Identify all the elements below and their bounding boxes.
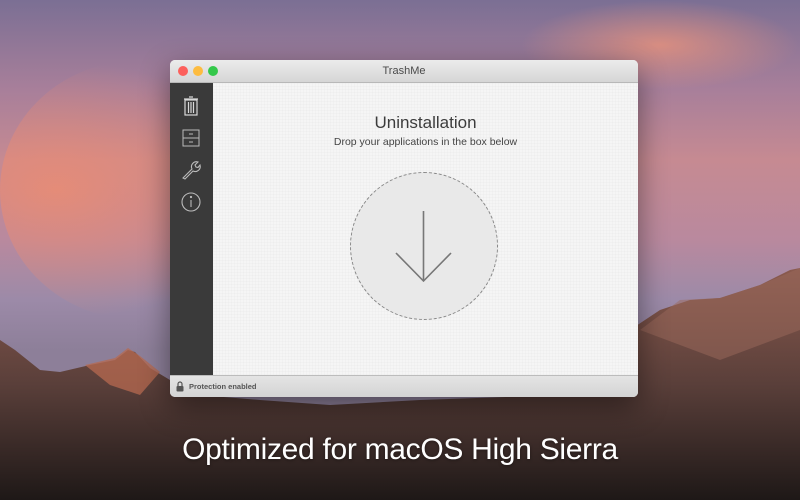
page-title: Uninstallation [374,113,477,132]
zoom-button[interactable] [208,66,218,76]
sidebar [170,83,213,375]
arrow-down-icon [395,211,452,283]
close-button[interactable] [178,66,188,76]
page-subtitle: Drop your applications in the box below [333,136,518,148]
status-bar: Protection enabled [170,375,638,397]
drop-zone[interactable] [350,172,498,320]
status-text: Protection enabled [189,382,257,391]
wrench-icon[interactable] [180,159,202,181]
lock-icon [176,381,184,392]
title-bar: TrashMe [170,60,638,83]
trash-icon[interactable] [180,95,202,117]
app-window: TrashMe Uninstallation Drop your applica… [170,60,638,397]
info-icon[interactable] [180,191,202,213]
window-title: TrashMe [382,65,426,77]
tagline: Optimized for macOS High Sierra [182,433,618,466]
minimize-button[interactable] [193,66,203,76]
main-panel: Uninstallation Drop your applications in… [213,83,638,375]
drawer-icon[interactable] [180,127,202,149]
